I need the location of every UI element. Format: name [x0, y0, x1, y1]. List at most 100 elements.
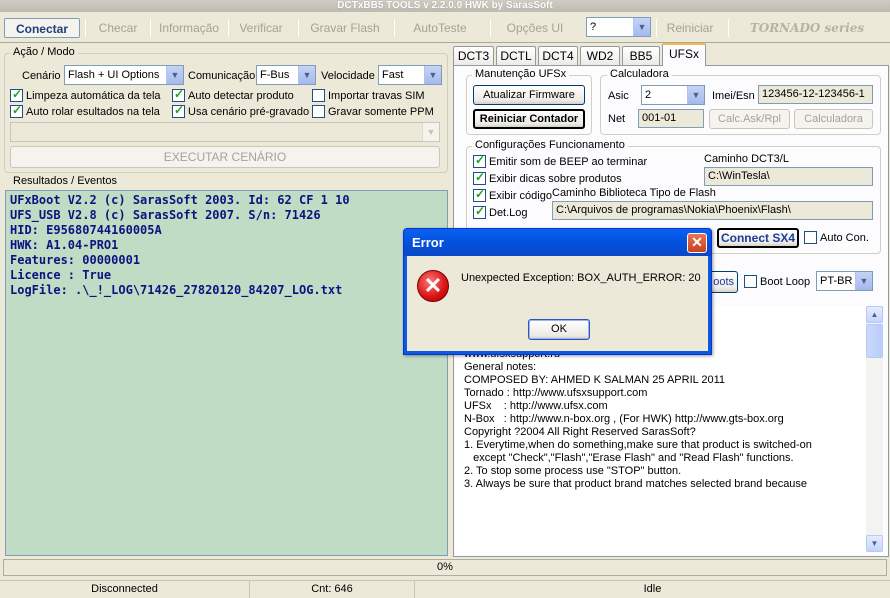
close-icon[interactable]: ✕ [687, 233, 707, 253]
notes-line: N-Box : http://www.n-box.org , (For HWK)… [464, 413, 784, 425]
resultados-label: Resultados / Eventos [10, 175, 120, 187]
net-field[interactable]: 001-01 [638, 109, 704, 128]
imei-field[interactable]: 123456-12-123456-1 [758, 85, 873, 104]
codigo-checkbox[interactable] [473, 187, 486, 202]
boot-loop-label: Boot Loop [760, 276, 811, 288]
executar-cenario-button[interactable]: EXECUTAR CENÁRIO [10, 146, 440, 168]
detlog-checkbox[interactable] [473, 204, 486, 219]
manutencao-label: Manutenção UFSx [472, 68, 570, 80]
auto-rolar-label: Auto rolar esultados na tela [26, 106, 160, 118]
status-bar: Disconnected Cnt: 646 Idle [0, 580, 890, 598]
notes-line: Copyright ?2004 All Right Reserved Saras… [464, 426, 696, 438]
notes-line: except "Check","Flash","Erase Flash" and… [464, 452, 794, 464]
dicas-checkbox[interactable] [473, 170, 486, 185]
notes-line: COMPOSED BY: AHMED K SALMAN 25 APRIL 201… [464, 374, 726, 386]
calc-ask-button[interactable]: Calc.Ask/Rpl [709, 109, 790, 129]
error-dialog: Error ✕ ✕ Unexpected Exception: BOX_AUTH… [403, 228, 712, 355]
opcoes-ui-button[interactable]: Opções UI [498, 18, 572, 38]
asic-combo[interactable]: 2 ▼ [641, 85, 705, 105]
progress-text: 0% [437, 561, 453, 573]
scroll-thumb[interactable] [866, 324, 883, 358]
dialog-message: Unexpected Exception: BOX_AUTH_ERROR: 20 [461, 272, 701, 284]
cenario-label: Cenário [22, 70, 61, 82]
caminho-bib-label: Caminho Biblioteca Tipo de Flash [552, 187, 716, 199]
config-label: Configurações Funcionamento [472, 139, 628, 151]
notes-line: General notes: [464, 361, 537, 373]
log-line: LogFile: .\_!_LOG\71426_27820120_84207_L… [10, 283, 343, 297]
calculadora-label: Calculadora [607, 68, 672, 80]
scenario-select[interactable]: ▼ [10, 122, 440, 142]
notes-scrollbar[interactable]: ▲ ▼ [866, 306, 883, 552]
imei-label: Imei/Esn [712, 90, 755, 102]
usa-cenario-checkbox[interactable] [172, 103, 185, 118]
usa-cenario-label: Usa cenário pré-gravado [188, 106, 310, 118]
language-combo[interactable]: PT-BR ▼ [816, 271, 873, 291]
caminho-bib-field[interactable]: C:\Arquivos de programas\Nokia\Phoenix\F… [552, 201, 873, 220]
auto-detectar-label: Auto detectar produto [188, 90, 294, 102]
auto-rolar-checkbox[interactable] [10, 103, 23, 118]
cenario-combo[interactable]: Flash + UI Options ▼ [64, 65, 184, 85]
scroll-down-icon[interactable]: ▼ [866, 535, 883, 552]
log-line: UFxBoot V2.2 (c) SarasSoft 2003. Id: 62 … [10, 193, 350, 207]
velocidade-label: Velocidade [321, 70, 375, 82]
chevron-down-icon: ▼ [633, 18, 650, 36]
tornado-logo: TORNADO series [749, 21, 865, 35]
notes-line: Tornado : http://www.ufsxsupport.com [464, 387, 648, 399]
conectar-button[interactable]: Conectar [4, 18, 80, 38]
chevron-down-icon: ▼ [166, 66, 183, 84]
auto-detectar-checkbox[interactable] [172, 87, 185, 102]
net-label: Net [608, 113, 626, 125]
acao-modo-label: Ação / Modo [10, 46, 78, 58]
status-cnt: Cnt: 646 [250, 581, 415, 598]
tab-ufsx[interactable]: UFSx [662, 43, 706, 66]
window-title: DCTxBB5 TOOLS v 2.2.0.0 HWK by SarasSoft [0, 0, 890, 12]
informacao-button[interactable]: Informação [154, 18, 224, 38]
tab-dctl[interactable]: DCTL [496, 46, 536, 65]
log-line: UFS_USB V2.8 (c) SarasSoft 2007. S/n: 71… [10, 208, 321, 222]
auto-con-label: Auto Con. [820, 232, 869, 244]
velocidade-combo[interactable]: Fast ▼ [378, 65, 442, 85]
help-combo[interactable]: ? ▼ [586, 17, 651, 37]
chevron-down-icon: ▼ [424, 66, 441, 84]
scroll-up-icon[interactable]: ▲ [866, 306, 883, 323]
status-state: Idle [643, 583, 662, 595]
notes-line: UFSx : http://www.ufsx.com [464, 400, 608, 412]
beep-checkbox[interactable] [473, 153, 486, 168]
boot-loop-checkbox[interactable] [744, 275, 757, 288]
notes-line: 3. Always be sure that product brand mat… [464, 478, 808, 490]
chevron-down-icon: ▼ [855, 272, 872, 290]
comunicacao-combo[interactable]: F-Bus ▼ [256, 65, 316, 85]
caminho-dct3-field[interactable]: C:\WinTesla\ [704, 167, 873, 186]
auto-con-checkbox[interactable] [804, 231, 817, 244]
log-line: Features: 00000001 [10, 253, 141, 267]
notes-line: 2. To stop some process use "STOP" butto… [464, 465, 682, 477]
importar-checkbox[interactable] [312, 89, 325, 102]
chevron-down-icon: ▼ [687, 86, 704, 104]
log-line: HID: E95680744160005A [10, 223, 162, 237]
log-line: Licence : True [10, 268, 112, 282]
caminho-dct3-label: Caminho DCT3/L [704, 153, 789, 165]
reiniciar-contador-button[interactable]: Reiniciar Contador [473, 109, 585, 129]
ok-button[interactable]: OK [528, 319, 590, 340]
calculadora-button[interactable]: Calculadora [794, 109, 873, 129]
auto-teste-button[interactable]: AutoTeste [402, 18, 478, 38]
tab-bb5[interactable]: BB5 [622, 46, 660, 65]
tab-dct3[interactable]: DCT3 [453, 46, 494, 65]
atualizar-firmware-button[interactable]: Atualizar Firmware [473, 85, 585, 105]
gravar-ppm-checkbox[interactable] [312, 105, 325, 118]
reiniciar-button[interactable]: Reiniciar [660, 18, 720, 38]
gravar-flash-button[interactable]: Gravar Flash [304, 18, 386, 38]
tab-wd2[interactable]: WD2 [580, 46, 620, 65]
results-log: UFxBoot V2.2 (c) SarasSoft 2003. Id: 62 … [5, 190, 448, 556]
connect-sx4-button[interactable]: Connect SX4 [717, 228, 799, 248]
gravar-ppm-label: Gravar somente PPM [328, 106, 434, 118]
chevron-down-icon: ▼ [422, 123, 439, 141]
dicas-label: Exibir dicas sobre produtos [489, 173, 622, 185]
limpeza-checkbox[interactable] [10, 87, 23, 102]
importar-label: Importar travas SIM [328, 90, 425, 102]
verificar-button[interactable]: Verificar [232, 18, 290, 38]
checar-button[interactable]: Checar [90, 18, 146, 38]
tab-dct4[interactable]: DCT4 [538, 46, 578, 65]
status-connection: Disconnected [0, 581, 250, 598]
chevron-down-icon: ▼ [298, 66, 315, 84]
